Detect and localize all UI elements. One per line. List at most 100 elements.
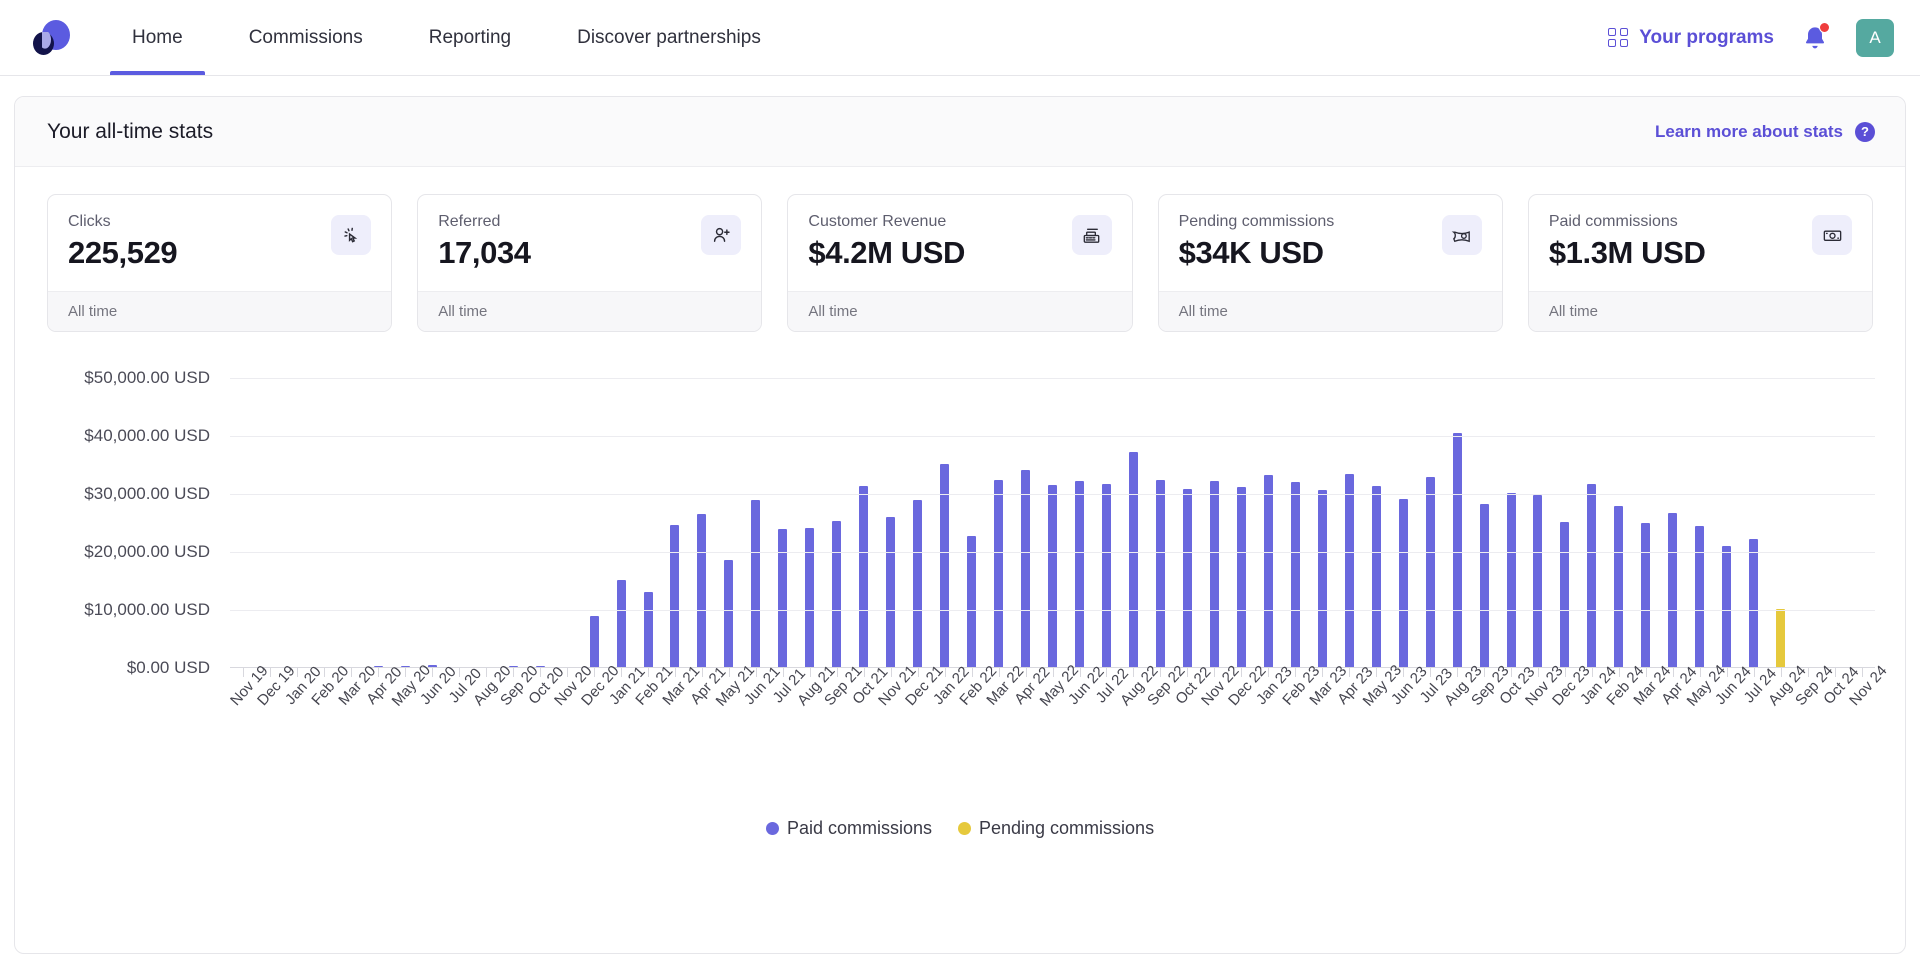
chart-bar-slot[interactable] [1336, 378, 1363, 668]
chart-bar-slot[interactable] [958, 378, 985, 668]
chart-bar-slot[interactable] [1417, 378, 1444, 668]
chart-bar-slot[interactable] [1525, 378, 1552, 668]
chart-bar[interactable] [1587, 484, 1596, 668]
chart-bar-slot[interactable] [1632, 378, 1659, 668]
chart-bar[interactable] [1048, 485, 1057, 668]
chart-bar[interactable] [1264, 475, 1273, 668]
your-programs-button[interactable]: Your programs [1608, 27, 1774, 49]
chart-bar-slot[interactable] [1551, 378, 1578, 668]
chart-bar[interactable] [1345, 474, 1354, 668]
chart-bar[interactable] [1695, 526, 1704, 668]
chart-bar-slot[interactable] [608, 378, 635, 668]
chart-bar-slot[interactable] [1309, 378, 1336, 668]
chart-bar-slot[interactable] [1659, 378, 1686, 668]
chart-bar-slot[interactable] [1713, 378, 1740, 668]
chart-bar[interactable] [1372, 486, 1381, 668]
chart-bar-slot[interactable] [1174, 378, 1201, 668]
chart-bar[interactable] [1641, 523, 1650, 668]
chart-bar[interactable] [832, 521, 841, 668]
chart-bar-slot[interactable] [796, 378, 823, 668]
chart-bar-slot[interactable] [1740, 378, 1767, 668]
chart-bar[interactable] [1776, 609, 1785, 668]
chart-bar[interactable] [1722, 546, 1731, 668]
chart-bar[interactable] [1156, 480, 1165, 669]
chart-bar-slot[interactable] [904, 378, 931, 668]
chart-bar[interactable] [886, 517, 895, 668]
chart-bar[interactable] [859, 486, 868, 668]
chart-bar[interactable] [1129, 452, 1138, 668]
nav-item-home[interactable]: Home [110, 0, 205, 75]
chart-bar[interactable] [1426, 477, 1435, 668]
legend-item-paid-commissions[interactable]: Paid commissions [766, 818, 932, 839]
chart-bar[interactable] [1021, 470, 1030, 668]
chart-bar[interactable] [644, 592, 653, 668]
learn-more-about-stats-link[interactable]: Learn more about stats ? [1655, 122, 1875, 142]
chart-bar-slot[interactable] [1498, 378, 1525, 668]
chart-bar-slot[interactable] [527, 378, 554, 668]
chart-bar[interactable] [1075, 481, 1084, 668]
chart-bar-slot[interactable] [1444, 378, 1471, 668]
chart-bar[interactable] [1291, 482, 1300, 668]
chart-bar-slot[interactable] [1821, 378, 1848, 668]
chart-bar[interactable] [1183, 489, 1192, 668]
chart-bar[interactable] [697, 514, 706, 668]
chart-bar-slot[interactable] [850, 378, 877, 668]
chart-bar-slot[interactable] [446, 378, 473, 668]
chart-bar-slot[interactable] [742, 378, 769, 668]
chart-bar-slot[interactable] [581, 378, 608, 668]
chart-bar-slot[interactable] [662, 378, 689, 668]
chart-bar-slot[interactable] [1686, 378, 1713, 668]
chart-bar[interactable] [805, 528, 814, 668]
chart-bar-slot[interactable] [1066, 378, 1093, 668]
chart-bar-slot[interactable] [284, 378, 311, 668]
chart-bar[interactable] [1480, 504, 1489, 668]
chart-bar-slot[interactable] [688, 378, 715, 668]
nav-item-commissions[interactable]: Commissions [227, 0, 385, 75]
chart-bar-slot[interactable] [1471, 378, 1498, 668]
chart-bar-slot[interactable] [338, 378, 365, 668]
chart-bar-slot[interactable] [1255, 378, 1282, 668]
chart-bar-slot[interactable] [1605, 378, 1632, 668]
chart-bar-slot[interactable] [311, 378, 338, 668]
chart-bar-slot[interactable] [230, 378, 257, 668]
chart-bar-slot[interactable] [1578, 378, 1605, 668]
chart-bar[interactable] [617, 580, 626, 668]
chart-bar-slot[interactable] [257, 378, 284, 668]
chart-bar[interactable] [913, 500, 922, 668]
chart-bar[interactable] [1614, 506, 1623, 668]
chart-bar-slot[interactable] [392, 378, 419, 668]
chart-bar-slot[interactable] [1794, 378, 1821, 668]
legend-item-pending-commissions[interactable]: Pending commissions [958, 818, 1154, 839]
chart-bar[interactable] [751, 500, 760, 668]
chart-bar-slot[interactable] [500, 378, 527, 668]
help-icon[interactable]: ? [1855, 122, 1875, 142]
chart-bar-slot[interactable] [1228, 378, 1255, 668]
chart-bar-slot[interactable] [419, 378, 446, 668]
chart-bar-slot[interactable] [554, 378, 581, 668]
chart-bar[interactable] [994, 480, 1003, 668]
chart-bar-slot[interactable] [1848, 378, 1875, 668]
chart-bar[interactable] [778, 529, 787, 668]
chart-bar-slot[interactable] [769, 378, 796, 668]
chart-bar[interactable] [1102, 484, 1111, 668]
nav-item-discover-partnerships[interactable]: Discover partnerships [555, 0, 783, 75]
chart-bar-slot[interactable] [1282, 378, 1309, 668]
chart-bar-slot[interactable] [1120, 378, 1147, 668]
chart-bar-slot[interactable] [1390, 378, 1417, 668]
chart-bar[interactable] [724, 560, 733, 668]
chart-bar-slot[interactable] [1039, 378, 1066, 668]
chart-bar[interactable] [967, 536, 976, 668]
chart-bar-slot[interactable] [823, 378, 850, 668]
chart-bar[interactable] [1560, 522, 1569, 668]
chart-bar[interactable] [590, 616, 599, 668]
chart-bar-slot[interactable] [1147, 378, 1174, 668]
chart-bar[interactable] [1453, 433, 1462, 668]
chart-bar-slot[interactable] [715, 378, 742, 668]
chart-bar[interactable] [1507, 493, 1516, 668]
chart-bar-slot[interactable] [473, 378, 500, 668]
chart-bar-slot[interactable] [1767, 378, 1794, 668]
chart-bar-slot[interactable] [635, 378, 662, 668]
nav-item-reporting[interactable]: Reporting [407, 0, 533, 75]
chart-bar-slot[interactable] [1012, 378, 1039, 668]
chart-bar-slot[interactable] [1363, 378, 1390, 668]
